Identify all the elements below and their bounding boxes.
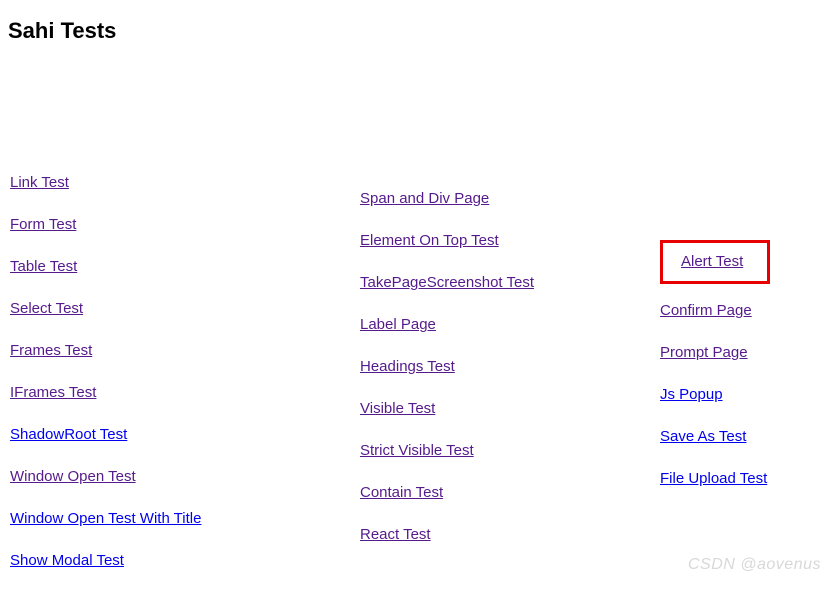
window-open-test[interactable]: Window Open Test xyxy=(10,468,136,486)
element-on-top-test[interactable]: Element On Top Test xyxy=(360,232,499,250)
contain-test[interactable]: Contain Test xyxy=(360,484,443,502)
strict-visible-test[interactable]: Strict Visible Test xyxy=(360,442,474,460)
table-test[interactable]: Table Test xyxy=(10,258,77,276)
iframes-test[interactable]: IFrames Test xyxy=(10,384,96,402)
column-1: Link Test Form Test Table Test Select Te… xyxy=(10,174,360,594)
alert-test[interactable]: Alert Test xyxy=(681,253,743,270)
confirm-page[interactable]: Confirm Page xyxy=(660,302,752,320)
take-page-screenshot-test[interactable]: TakePageScreenshot Test xyxy=(360,274,534,292)
column-2: Span and Div Page Element On Top Test Ta… xyxy=(360,174,660,594)
prompt-page[interactable]: Prompt Page xyxy=(660,344,748,362)
headings-test[interactable]: Headings Test xyxy=(360,358,455,376)
highlighted-box: Alert Test xyxy=(660,240,770,284)
link-test[interactable]: Link Test xyxy=(10,174,69,192)
form-test[interactable]: Form Test xyxy=(10,216,76,234)
react-test[interactable]: React Test xyxy=(360,526,431,544)
select-test[interactable]: Select Test xyxy=(10,300,83,318)
link-columns: Link Test Form Test Table Test Select Te… xyxy=(0,44,837,594)
label-page[interactable]: Label Page xyxy=(360,316,436,334)
shadowroot-test[interactable]: ShadowRoot Test xyxy=(10,426,127,444)
frames-test[interactable]: Frames Test xyxy=(10,342,92,360)
js-popup[interactable]: Js Popup xyxy=(660,386,723,404)
visible-test[interactable]: Visible Test xyxy=(360,400,435,418)
save-as-test[interactable]: Save As Test xyxy=(660,428,746,446)
page-title: Sahi Tests xyxy=(0,0,837,44)
column-3: Alert Test Confirm Page Prompt Page Js P… xyxy=(660,174,770,594)
file-upload-test[interactable]: File Upload Test xyxy=(660,470,767,488)
span-and-div-page[interactable]: Span and Div Page xyxy=(360,190,489,208)
window-open-test-with-title[interactable]: Window Open Test With Title xyxy=(10,510,201,528)
show-modal-test[interactable]: Show Modal Test xyxy=(10,552,124,570)
